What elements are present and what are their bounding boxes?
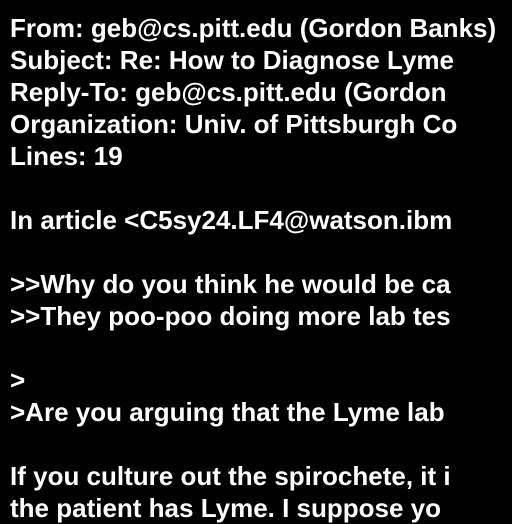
body-line: If you culture out the spirochete, it i [10, 461, 451, 491]
attribution-line: In article <C5sy24.LF4@watson.ibm [10, 205, 453, 235]
header-organization: Organization: Univ. of Pittsburgh Co [10, 109, 458, 139]
header-lines: Lines: 19 [10, 141, 123, 171]
quoted-line: > [10, 365, 26, 395]
email-document: From: geb@cs.pitt.edu (Gordon Banks) Sub… [10, 12, 512, 524]
header-from: From: geb@cs.pitt.edu (Gordon Banks) [10, 13, 497, 43]
quoted-line: >Are you arguing that the Lyme lab [10, 397, 445, 427]
header-reply-to: Reply-To: geb@cs.pitt.edu (Gordon [10, 77, 447, 107]
quoted-line: >>Why do you think he would be ca [10, 269, 451, 299]
quoted-line: >>They poo-poo doing more lab tes [10, 301, 451, 331]
body-line: the patient has Lyme. I suppose yo [10, 493, 442, 523]
header-subject: Subject: Re: How to Diagnose Lyme [10, 45, 454, 75]
